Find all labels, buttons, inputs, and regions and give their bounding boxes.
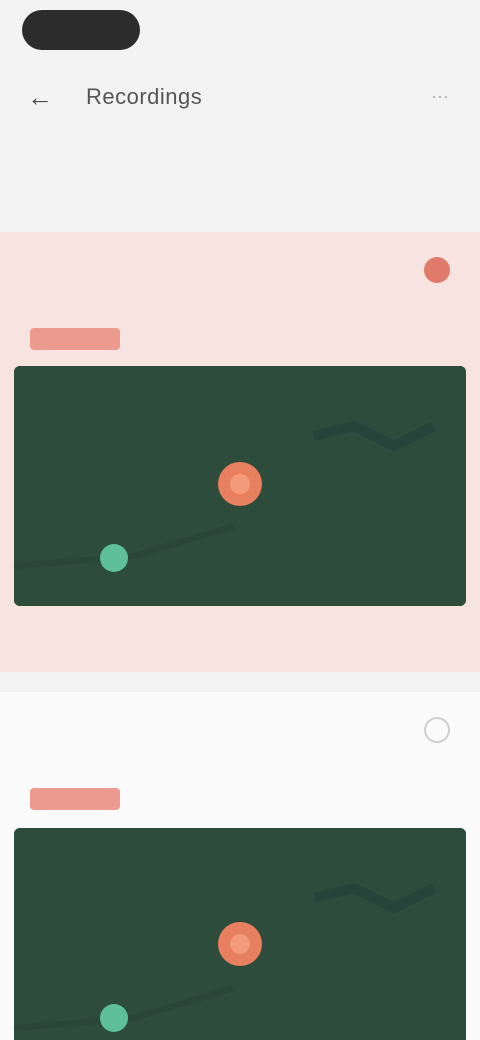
map-svg bbox=[14, 828, 466, 1040]
status-toggle[interactable] bbox=[424, 257, 450, 283]
map-preview[interactable] bbox=[14, 828, 466, 1040]
recording-card[interactable] bbox=[0, 692, 480, 1040]
card-header bbox=[30, 710, 450, 750]
header: ← Recordings ⋯ bbox=[0, 62, 480, 132]
status-toggle[interactable] bbox=[424, 717, 450, 743]
back-arrow-icon[interactable]: ← bbox=[24, 81, 56, 113]
more-icon[interactable]: ⋯ bbox=[424, 81, 456, 113]
start-marker-icon bbox=[100, 1004, 128, 1032]
recording-card[interactable] bbox=[0, 232, 480, 672]
map-preview[interactable] bbox=[14, 366, 466, 606]
status-bar-pill bbox=[22, 10, 140, 50]
card-tag bbox=[30, 788, 120, 810]
card-tag bbox=[30, 328, 120, 350]
start-marker-icon bbox=[100, 544, 128, 572]
page-title: Recordings bbox=[86, 84, 203, 109]
card-header bbox=[30, 250, 450, 290]
map-svg bbox=[14, 366, 466, 606]
